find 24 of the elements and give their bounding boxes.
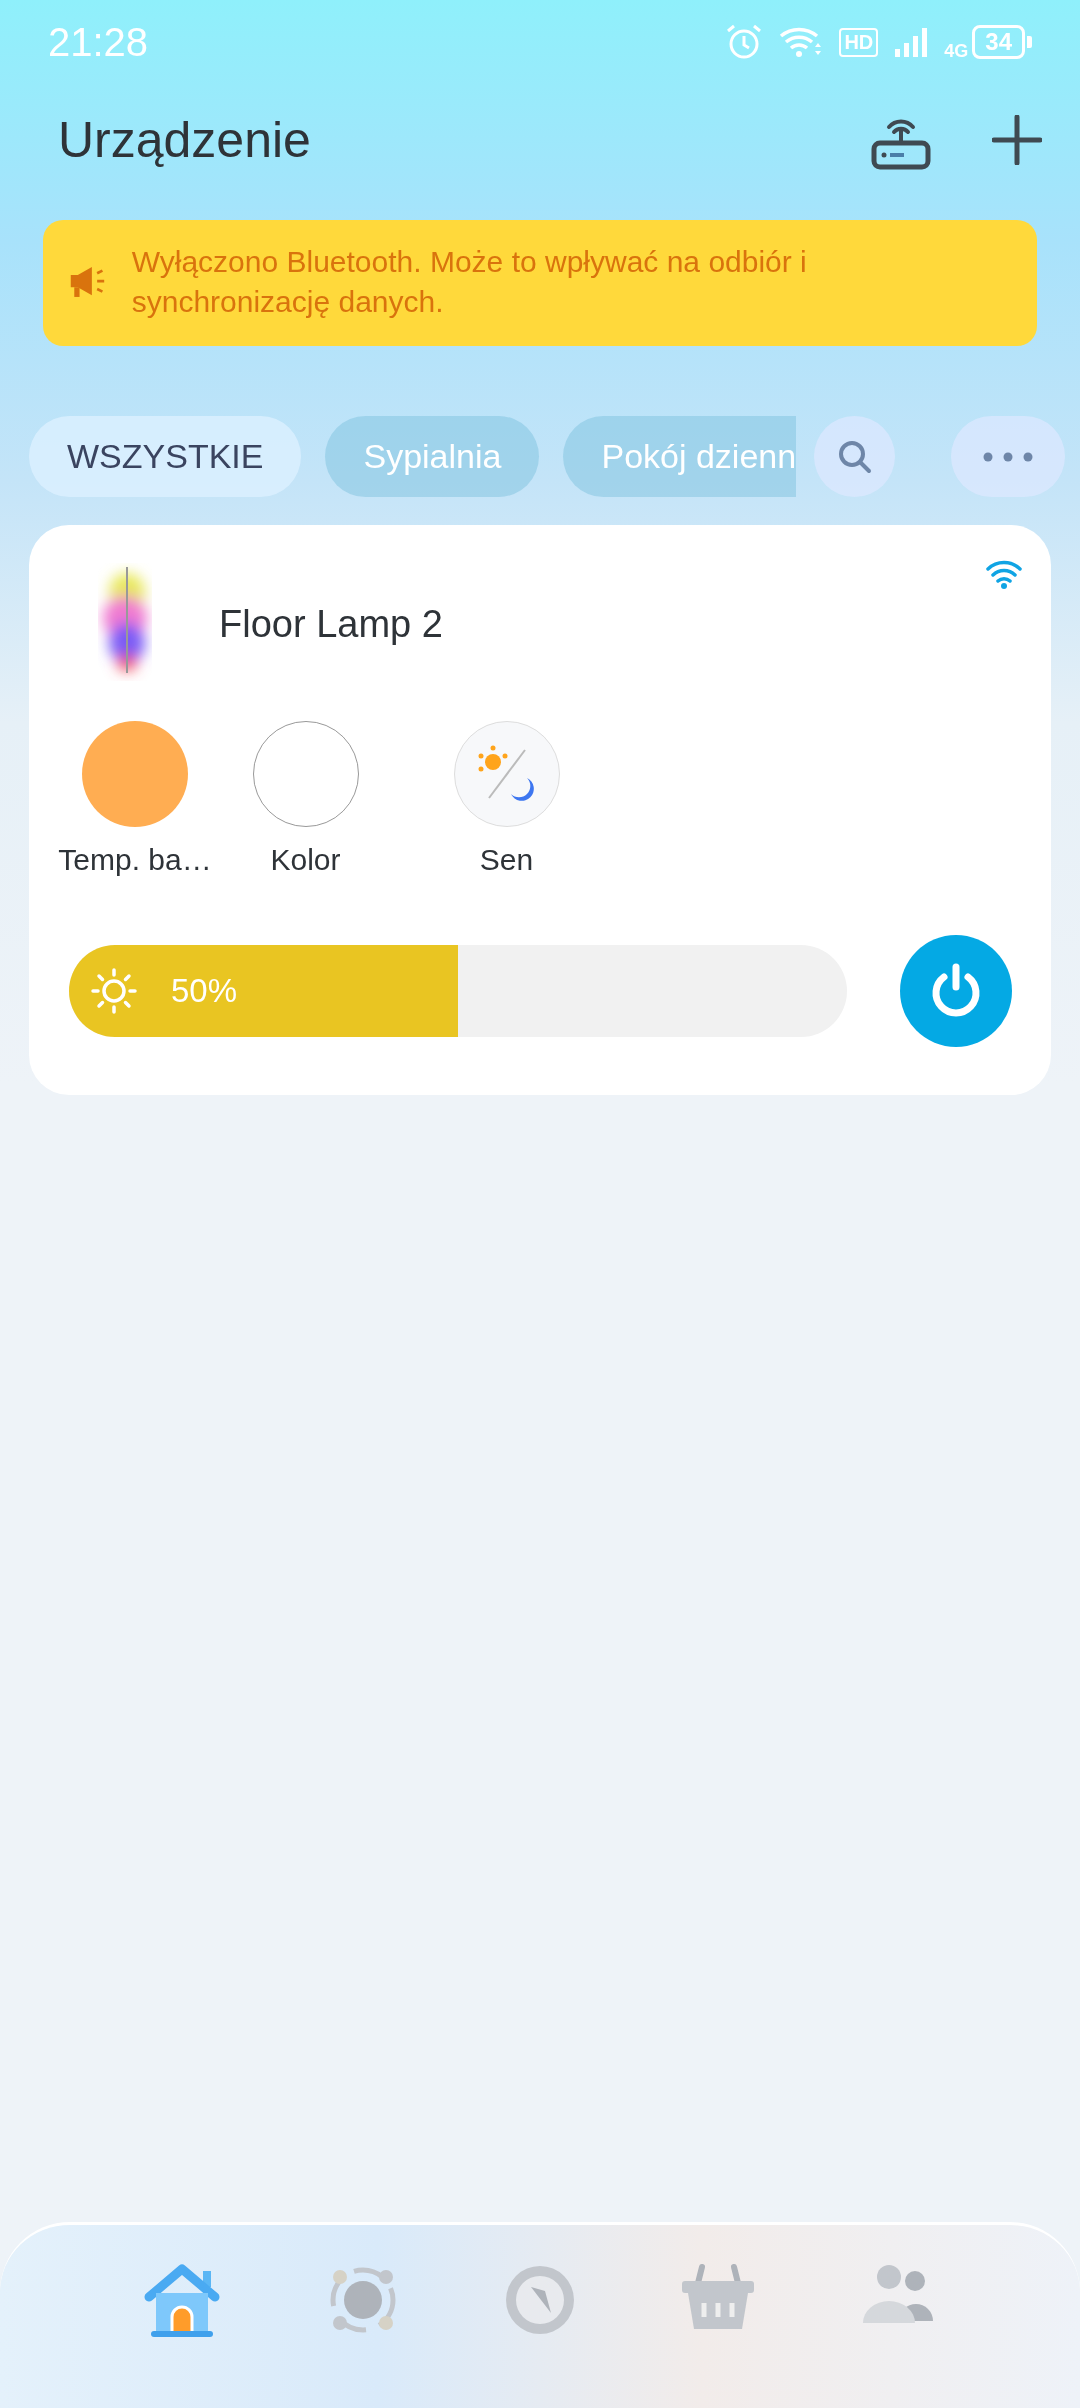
network-type: 4G [944,40,969,62]
signal-icon [894,27,929,57]
device-card[interactable]: Floor Lamp 2 Temp. ba… Kolor Sen 50% [29,525,1051,1095]
add-icon[interactable] [992,115,1042,165]
hd-indicator: HD [839,27,879,57]
status-time: 21:28 [48,19,150,65]
alarm-icon [725,23,764,61]
room-tab[interactable]: Sypialnia [325,416,540,497]
sun-icon [91,968,137,1014]
compass-icon [503,2263,577,2337]
battery-level: 34 [972,25,1032,59]
mode-label: Sen [479,843,534,877]
room-tab[interactable]: WSZYSTKIE [29,416,302,497]
bluetooth-warning: Wyłączono Bluetooth. Może to wpływać na odbiór i synchronizację danych. [131,244,808,320]
room-tab[interactable]: Pokój dzienn [563,416,797,497]
wifi-icon [985,559,1023,589]
brightness-slider[interactable]: 50% [69,945,847,1037]
mode-label: Kolor [270,843,341,877]
page-title: Urządzenie [58,111,312,169]
nav-tab[interactable] [503,2263,577,2337]
wifi-icon [779,27,824,57]
device-name: Floor Lamp 2 [219,603,444,646]
brightness-reading: 50% [171,972,238,1010]
mode-label: Temp. ba… [58,843,212,877]
